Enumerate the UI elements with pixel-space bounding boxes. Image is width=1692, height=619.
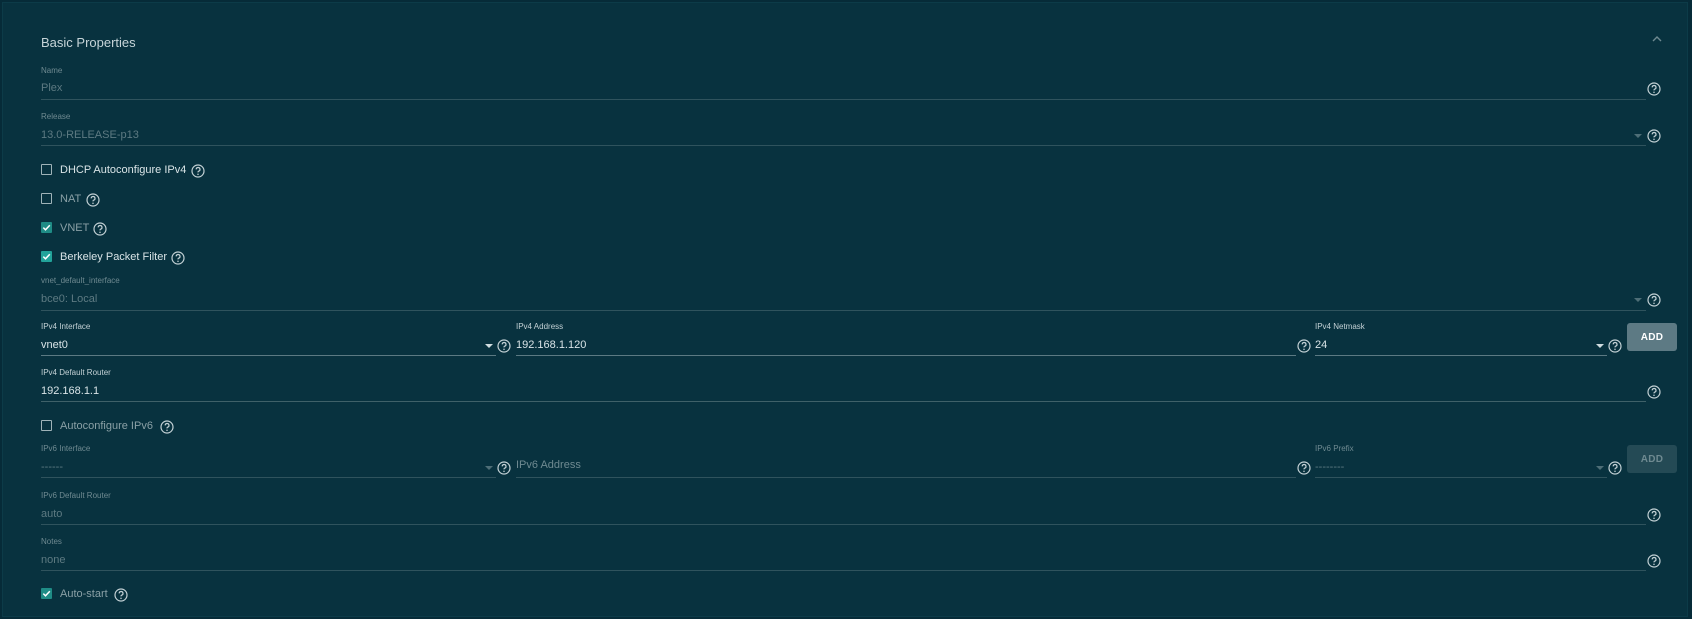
ipv6-prefix-select[interactable]: -------- [1315, 461, 1344, 473]
help-icon[interactable] [1647, 293, 1661, 307]
vnet-default-interface-select[interactable]: bce0: Local [41, 293, 97, 305]
ipv4-default-router-underline [41, 401, 1646, 402]
help-icon[interactable] [1297, 339, 1311, 353]
help-icon[interactable] [114, 588, 128, 602]
ipv6-interface-select[interactable]: ------ [41, 461, 63, 473]
help-icon[interactable] [171, 251, 185, 265]
ipv4-default-router-label: IPv4 Default Router [41, 368, 111, 377]
caret-down-icon[interactable] [1634, 298, 1642, 302]
ipv6-address-input[interactable]: IPv6 Address [516, 459, 581, 471]
ipv4-address-input[interactable]: 192.168.1.120 [516, 339, 586, 351]
vnet-default-interface-underline [41, 310, 1646, 311]
caret-down-icon[interactable] [1596, 344, 1604, 348]
check-icon [42, 590, 51, 597]
help-icon[interactable] [1608, 461, 1622, 475]
check-icon [42, 253, 51, 260]
name-field[interactable]: Plex [41, 82, 62, 94]
release-select[interactable]: 13.0-RELEASE-p13 [41, 129, 139, 141]
caret-down-icon[interactable] [485, 344, 493, 348]
name-underline [41, 99, 1646, 100]
caret-down-icon[interactable] [1634, 134, 1642, 138]
nat-label: NAT [60, 193, 82, 205]
ipv4-add-button[interactable]: ADD [1627, 323, 1677, 351]
ipv4-netmask-underline [1315, 355, 1607, 356]
help-icon[interactable] [497, 461, 511, 475]
autostart-label: Auto-start [60, 588, 108, 600]
notes-underline [41, 570, 1646, 571]
ipv6-add-button[interactable]: ADD [1627, 445, 1677, 473]
ipv4-interface-underline [41, 355, 496, 356]
ipv4-interface-select[interactable]: vnet0 [41, 339, 68, 351]
ipv6-default-router-label: IPv6 Default Router [41, 491, 111, 500]
ipv6-interface-label: IPv6 Interface [41, 444, 91, 453]
dhcp-checkbox[interactable] [41, 164, 52, 175]
caret-down-icon[interactable] [1596, 466, 1604, 470]
ipv6-default-router-underline [41, 524, 1646, 525]
vnet-default-interface-label: vnet_default_interface [41, 276, 120, 285]
notes-input[interactable]: none [41, 554, 65, 566]
ipv4-address-underline [516, 355, 1296, 356]
nat-checkbox[interactable] [41, 193, 52, 204]
help-icon[interactable] [1647, 554, 1661, 568]
help-icon[interactable] [1297, 461, 1311, 475]
ipv6-prefix-label: IPv6 Prefix [1315, 444, 1354, 453]
vnet-label: VNET [60, 222, 90, 234]
chevron-up-icon[interactable] [1649, 31, 1665, 47]
ipv6-prefix-underline [1315, 477, 1607, 478]
check-icon [42, 224, 51, 231]
name-label: Name [41, 66, 63, 75]
ipv4-default-router-input[interactable]: 192.168.1.1 [41, 385, 99, 397]
section-title: Basic Properties [41, 35, 136, 50]
vnet-checkbox[interactable] [41, 222, 52, 233]
autostart-checkbox[interactable] [41, 588, 52, 599]
bpf-label: Berkeley Packet Filter [60, 251, 167, 263]
caret-down-icon[interactable] [485, 466, 493, 470]
dhcp-label: DHCP Autoconfigure IPv4 [60, 164, 187, 176]
help-icon[interactable] [1608, 339, 1622, 353]
ipv6-default-router-input[interactable]: auto [41, 508, 62, 520]
help-icon[interactable] [1647, 385, 1661, 399]
ipv6-interface-underline [41, 477, 496, 478]
autoconfigure-ipv6-label: Autoconfigure IPv6 [60, 420, 153, 432]
help-icon[interactable] [1647, 508, 1661, 522]
help-icon[interactable] [93, 222, 107, 236]
bpf-checkbox[interactable] [41, 251, 52, 262]
help-icon[interactable] [160, 420, 174, 434]
release-underline [41, 145, 1646, 146]
help-icon[interactable] [1647, 129, 1661, 143]
help-icon[interactable] [86, 193, 100, 207]
help-icon[interactable] [1647, 82, 1661, 96]
basic-properties-panel: Basic Properties Name Plex Release 13.0-… [2, 2, 1688, 617]
release-label: Release [41, 112, 71, 121]
notes-label: Notes [41, 537, 62, 546]
ipv4-address-label: IPv4 Address [516, 322, 564, 331]
help-icon[interactable] [191, 164, 205, 178]
ipv4-netmask-label: IPv4 Netmask [1315, 322, 1365, 331]
ipv4-netmask-select[interactable]: 24 [1315, 339, 1327, 351]
ipv6-address-underline [516, 477, 1296, 478]
help-icon[interactable] [497, 339, 511, 353]
ipv4-interface-label: IPv4 Interface [41, 322, 91, 331]
autoconfigure-ipv6-checkbox[interactable] [41, 420, 52, 431]
